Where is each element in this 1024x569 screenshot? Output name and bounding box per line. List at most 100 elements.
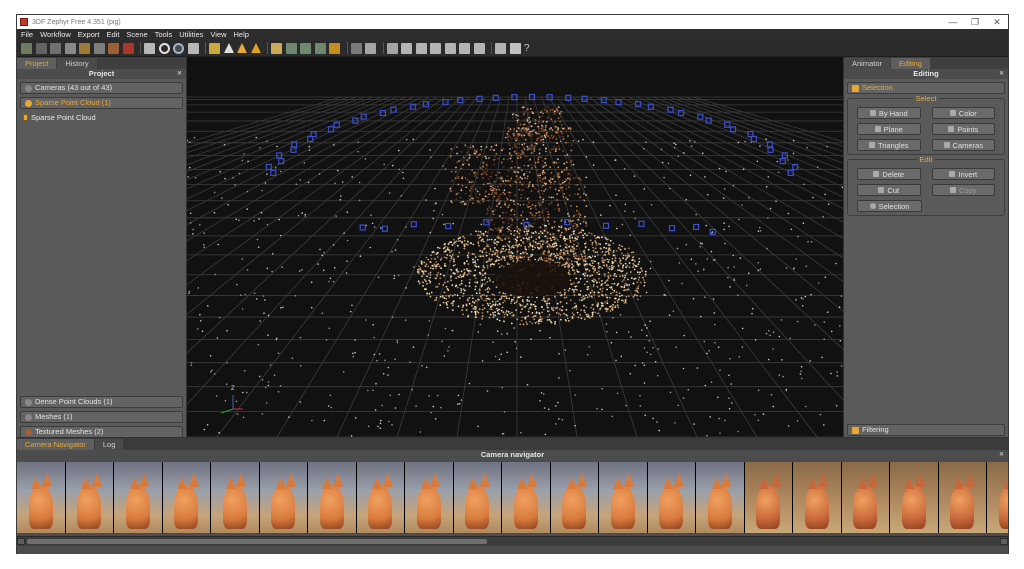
camera-thumbnail[interactable] <box>647 462 696 533</box>
menu-workflow[interactable]: Workflow <box>40 30 71 39</box>
sparse-cloud-icon[interactable] <box>64 42 76 54</box>
point-cloud-scene[interactable] <box>187 57 843 437</box>
record-icon[interactable] <box>122 42 134 54</box>
tab-project[interactable]: Project <box>17 58 57 69</box>
copy-button[interactable]: Copy <box>931 184 995 196</box>
camera-thumbnail[interactable] <box>114 462 163 533</box>
invert-button[interactable]: Invert <box>931 168 995 180</box>
select-by-hand-button[interactable]: By Hand <box>857 107 921 119</box>
camera-thumbnail[interactable] <box>308 462 357 533</box>
scrollbar-thumb[interactable] <box>27 539 487 544</box>
checkbox-icon[interactable] <box>23 114 28 121</box>
camera-thumbnail[interactable] <box>938 462 987 533</box>
dense-cloud-section[interactable]: Dense Point Clouds (1) <box>20 396 183 408</box>
wireframe-mode-icon[interactable] <box>237 43 247 53</box>
points-mode-icon[interactable] <box>223 43 234 53</box>
control-point-icon[interactable] <box>495 42 506 54</box>
close-button[interactable]: ✕ <box>986 15 1008 29</box>
camera-thumbnail[interactable] <box>744 462 793 533</box>
select-cameras-icon[interactable] <box>314 42 326 54</box>
select-cameras-button[interactable]: Cameras <box>931 139 995 151</box>
select-triangles-button[interactable]: Triangles <box>857 139 921 151</box>
select-points-icon[interactable] <box>285 42 297 54</box>
camera-thumbnail[interactable] <box>162 462 211 533</box>
select-color-button[interactable]: Color <box>931 107 995 119</box>
camera-thumbnail[interactable] <box>259 462 308 533</box>
sparse-cloud-section[interactable]: Sparse Point Cloud (1) <box>20 97 183 109</box>
redo-icon[interactable] <box>386 42 398 54</box>
camera-icon[interactable] <box>144 42 155 54</box>
rotate-icon[interactable] <box>415 42 427 54</box>
axis-icon[interactable] <box>430 42 441 54</box>
vr-icon[interactable] <box>509 42 521 54</box>
tab-editing[interactable]: Editing <box>891 58 930 69</box>
select-region-icon[interactable] <box>300 42 311 54</box>
clear-selection-button[interactable]: Selection <box>857 200 922 212</box>
panel-close-icon[interactable]: ✕ <box>999 450 1004 460</box>
light-icon[interactable] <box>209 42 220 54</box>
menu-help[interactable]: Help <box>234 30 249 39</box>
menu-edit[interactable]: Edit <box>106 30 119 39</box>
menu-export[interactable]: Export <box>78 30 100 39</box>
marker-icon[interactable] <box>329 42 340 54</box>
sparse-cloud-item[interactable]: Sparse Point Cloud <box>23 113 186 122</box>
edit-icon[interactable] <box>459 42 470 54</box>
new-project-icon[interactable] <box>21 42 32 54</box>
maximize-button[interactable]: ❐ <box>964 15 986 29</box>
camera-thumbnail[interactable] <box>987 462 1008 533</box>
camera-thumbnail[interactable] <box>65 462 114 533</box>
cut-button[interactable]: Cut <box>857 184 921 196</box>
dense-cloud-icon[interactable] <box>79 42 90 54</box>
tab-camera-navigator[interactable]: Camera Navigator <box>17 439 94 450</box>
camera-thumbnail[interactable] <box>599 462 648 533</box>
shaded-mode-icon[interactable] <box>250 43 261 53</box>
undo-icon[interactable] <box>365 42 376 54</box>
camera-thumbnail[interactable] <box>890 462 939 533</box>
save-icon[interactable] <box>50 42 61 54</box>
camera-thumbnail[interactable] <box>841 462 890 533</box>
camera-thumbnail[interactable] <box>793 462 842 533</box>
open-project-icon[interactable] <box>35 42 47 54</box>
orbit-icon[interactable] <box>158 42 170 54</box>
camera-thumbnail[interactable] <box>211 462 260 533</box>
delete-button[interactable]: Delete <box>857 168 921 180</box>
tab-animator[interactable]: Animator <box>844 58 891 69</box>
filter-icon[interactable] <box>473 42 485 54</box>
select-points-button[interactable]: Points <box>931 123 995 135</box>
textured-mesh-icon[interactable] <box>108 42 119 54</box>
scroll-left-button[interactable] <box>17 538 25 545</box>
camera-thumbnail[interactable] <box>550 462 599 533</box>
camera-thumbnail[interactable] <box>453 462 502 533</box>
box-icon[interactable] <box>187 42 199 54</box>
pan-icon[interactable] <box>173 42 184 54</box>
minimize-button[interactable]: — <box>942 15 964 29</box>
3d-viewport[interactable]: Z <box>187 57 843 437</box>
camera-thumbnail[interactable] <box>356 462 405 533</box>
select-plane-button[interactable]: Plane <box>857 123 921 135</box>
tab-history[interactable]: History <box>57 58 97 69</box>
panel-close-icon[interactable]: ✕ <box>999 69 1004 79</box>
panel-close-icon[interactable]: ✕ <box>177 69 182 79</box>
menu-tools[interactable]: Tools <box>155 30 173 39</box>
camera-thumbnail[interactable] <box>502 462 551 533</box>
grid-icon[interactable] <box>350 42 362 54</box>
camera-thumbnail[interactable] <box>696 462 745 533</box>
help-icon[interactable]: ? <box>524 43 535 54</box>
filtering-bar[interactable]: Filtering <box>847 424 1005 436</box>
menu-file[interactable]: File <box>21 30 33 39</box>
selection-bar[interactable]: Selection <box>847 82 1005 94</box>
menu-scene[interactable]: Scene <box>126 30 147 39</box>
mesh-icon[interactable] <box>93 42 105 54</box>
thumbnail-scrollbar[interactable] <box>17 536 1008 546</box>
menu-utilities[interactable]: Utilities <box>179 30 203 39</box>
cameras-section[interactable]: Cameras (43 out of 43) <box>20 82 183 94</box>
camera-thumbnail[interactable] <box>405 462 454 533</box>
scroll-right-button[interactable] <box>1000 538 1008 545</box>
camera-thumbnail-strip[interactable] <box>17 462 1008 533</box>
meshes-section[interactable]: Meshes (1) <box>20 411 183 423</box>
bbox-icon[interactable] <box>401 42 412 54</box>
brush-icon[interactable] <box>271 42 282 54</box>
camera-thumbnail[interactable] <box>17 462 66 533</box>
menu-view[interactable]: View <box>210 30 226 39</box>
tab-log[interactable]: Log <box>94 439 124 450</box>
